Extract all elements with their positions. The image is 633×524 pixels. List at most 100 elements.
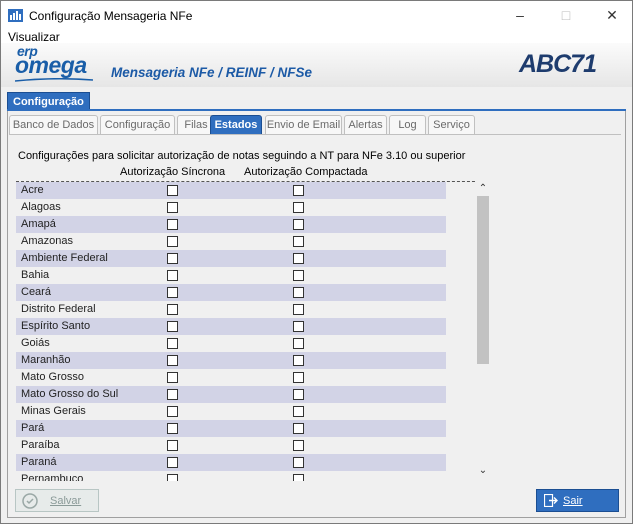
table-row: Acre [16,182,446,199]
checkbox-sincrona[interactable] [167,372,178,383]
table-row: Ceará [16,284,446,301]
state-name: Amapá [21,218,56,230]
checkbox-compactada[interactable] [293,304,304,315]
tab-log[interactable]: Log [389,115,426,135]
checkbox-compactada[interactable] [293,406,304,417]
tab-configuracao[interactable]: Configuração [100,115,175,135]
checkbox-sincrona[interactable] [167,236,178,247]
table-row: Espírito Santo [16,318,446,335]
state-name: Amazonas [21,235,73,247]
state-name: Bahia [21,269,50,281]
table-row: Amapá [16,216,446,233]
tab-envio-de-email[interactable]: Envio de Email [265,115,342,135]
checkbox-sincrona[interactable] [167,185,178,196]
checkbox-sincrona[interactable] [167,321,178,332]
checkbox-compactada[interactable] [293,321,304,332]
state-name: Mato Grosso [21,371,84,383]
state-name: Paraíba [21,439,60,451]
description-text: Configurações para solicitar autorização… [18,150,466,162]
checkbox-compactada[interactable] [293,236,304,247]
table-row: Mato Grosso [16,369,446,386]
maximize-icon: □ [561,7,571,23]
main-window: Configuração Mensageria NFe – □ ✕ Visual… [0,0,633,524]
state-name: Espírito Santo [21,320,91,332]
scroll-up-arrow-icon[interactable]: ⌃ [476,183,490,195]
checkbox-compactada[interactable] [293,338,304,349]
minimize-icon: – [516,7,524,23]
scroll-down-arrow-icon[interactable]: ⌄ [476,465,490,477]
menu-bar: Visualizar [1,30,632,44]
table-row: Minas Gerais [16,403,446,420]
tab-servico[interactable]: Serviço [428,115,475,135]
maximize-button[interactable]: □ [543,1,589,31]
state-name: Ambiente Federal [21,252,108,264]
checkbox-sincrona[interactable] [167,406,178,417]
banner-title: Mensageria NFe / REINF / NFSe [111,65,313,80]
checkbox-sincrona[interactable] [167,440,178,451]
checkbox-compactada[interactable] [293,185,304,196]
minimize-button[interactable]: – [497,1,543,31]
table-row: Amazonas [16,233,446,250]
table-row: Mato Grosso do Sul [16,386,446,403]
state-name: Distrito Federal [21,303,96,315]
table-row: Pará [16,420,446,437]
checkbox-compactada[interactable] [293,440,304,451]
app-icon [8,9,23,22]
table-row: Ambiente Federal [16,250,446,267]
tab-banco-de-dados[interactable]: Banco de Dados [9,115,98,135]
state-name: Ceará [21,286,51,298]
scroll-thumb[interactable] [477,196,489,364]
table-row: Goiás [16,335,446,352]
checkbox-compactada[interactable] [293,287,304,298]
state-name: Paraná [21,456,57,468]
window-title: Configuração Mensageria NFe [29,9,193,23]
tab-configuracao-main[interactable]: Configuração [7,92,90,110]
vertical-scrollbar[interactable]: ⌃ ⌄ [476,181,490,481]
checkbox-compactada[interactable] [293,270,304,281]
checkbox-compactada[interactable] [293,389,304,400]
checkbox-sincrona[interactable] [167,253,178,264]
checkbox-compactada[interactable] [293,372,304,383]
checkbox-sincrona[interactable] [167,304,178,315]
column-header-sincrona: Autorização Síncrona [120,166,226,178]
state-name: Mato Grosso do Sul [21,388,119,400]
exit-door-icon [544,494,558,507]
save-button[interactable]: Salvar [15,489,99,512]
table-row: Pernambuco [16,471,446,481]
tab-estados[interactable]: Estados [210,115,262,135]
tab-alertas[interactable]: Alertas [344,115,387,135]
checkbox-compactada[interactable] [293,423,304,434]
checkbox-compactada[interactable] [293,219,304,230]
checkbox-sincrona[interactable] [167,423,178,434]
exit-button-label: Sair [563,495,583,507]
checkbox-sincrona[interactable] [167,287,178,298]
checkbox-sincrona[interactable] [167,202,178,213]
checkbox-sincrona[interactable] [167,270,178,281]
table-row: Alagoas [16,199,446,216]
checkbox-sincrona[interactable] [167,219,178,230]
logo-omega-text: omega [15,52,87,78]
table-row: Distrito Federal [16,301,446,318]
close-window-button[interactable]: ✕ [589,1,633,31]
logo-swoosh [15,78,93,82]
state-name: Maranhão [21,354,71,366]
checkbox-compactada[interactable] [293,355,304,366]
checkbox-sincrona[interactable] [167,457,178,468]
checkbox-sincrona[interactable] [167,474,178,481]
title-bar: Configuração Mensageria NFe – □ ✕ [1,1,632,31]
checkbox-sincrona[interactable] [167,338,178,349]
checkbox-sincrona[interactable] [167,389,178,400]
checkbox-compactada[interactable] [293,457,304,468]
menu-visualizar[interactable]: Visualizar [8,30,60,44]
state-name: Minas Gerais [21,405,86,417]
save-button-label: Salvar [50,495,82,507]
state-name: Goiás [21,337,50,349]
table-row: Paraná [16,454,446,471]
checkbox-compactada[interactable] [293,202,304,213]
checkbox-compactada[interactable] [293,253,304,264]
exit-button[interactable]: Sair [536,489,619,512]
table-row: Maranhão [16,352,446,369]
table-row: Bahia [16,267,446,284]
checkbox-sincrona[interactable] [167,355,178,366]
checkbox-compactada[interactable] [293,474,304,481]
